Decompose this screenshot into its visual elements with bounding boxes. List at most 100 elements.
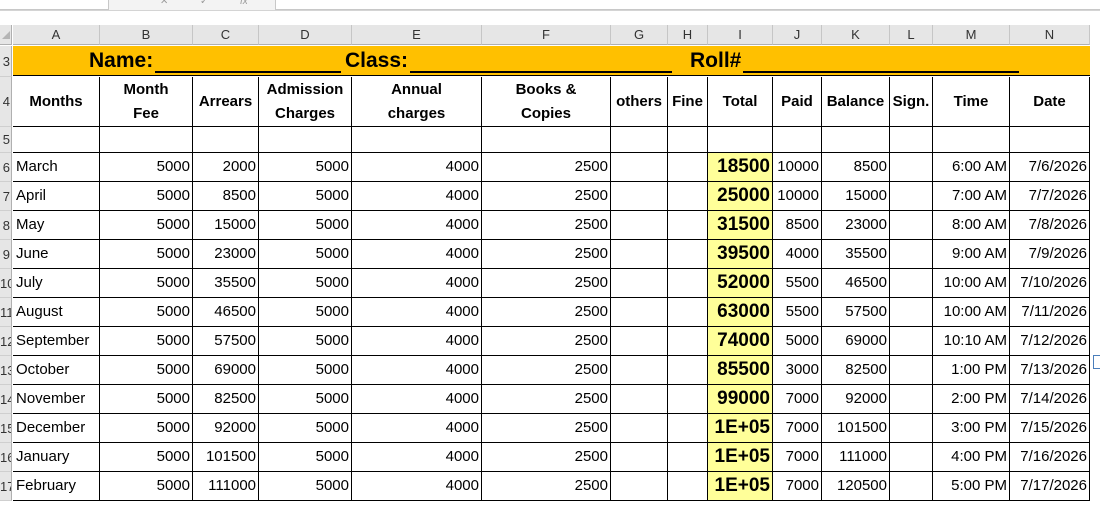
header-admission[interactable]: Admission Charges — [259, 77, 352, 127]
paid-cell[interactable]: 10000 — [773, 182, 822, 211]
time-cell[interactable]: 6:00 AM — [933, 153, 1010, 182]
paid-cell[interactable]: 8500 — [773, 211, 822, 240]
admission-cell[interactable]: 5000 — [259, 153, 352, 182]
formula-input[interactable] — [275, 0, 1100, 10]
blank-cell[interactable] — [1010, 127, 1090, 153]
annual-cell[interactable]: 4000 — [352, 240, 482, 269]
others-cell[interactable] — [611, 472, 668, 501]
row-header-9[interactable]: 9 — [0, 240, 12, 269]
balance-cell[interactable]: 8500 — [822, 153, 890, 182]
admission-cell[interactable]: 5000 — [259, 240, 352, 269]
function-icon[interactable]: fx — [240, 0, 248, 7]
time-cell[interactable]: 10:00 AM — [933, 298, 1010, 327]
balance-cell[interactable]: 23000 — [822, 211, 890, 240]
date-cell[interactable]: 7/12/2026 — [1010, 327, 1090, 356]
blank-cell[interactable] — [13, 127, 100, 153]
row-header-4[interactable]: 4 — [0, 77, 12, 127]
time-cell[interactable]: 2:00 PM — [933, 385, 1010, 414]
sign-cell[interactable] — [890, 356, 933, 385]
blank-cell[interactable] — [482, 127, 611, 153]
annual-cell[interactable]: 4000 — [352, 182, 482, 211]
admission-cell[interactable]: 5000 — [259, 443, 352, 472]
arrears-cell[interactable]: 8500 — [193, 182, 259, 211]
name-box[interactable] — [0, 0, 109, 10]
month-cell[interactable]: July — [13, 269, 100, 298]
others-cell[interactable] — [611, 443, 668, 472]
time-cell[interactable]: 3:00 PM — [933, 414, 1010, 443]
blank-cell[interactable] — [259, 127, 352, 153]
arrears-cell[interactable]: 111000 — [193, 472, 259, 501]
column-header-n[interactable]: N — [1010, 25, 1090, 45]
total-cell[interactable]: 74000 — [708, 327, 773, 356]
date-cell[interactable]: 7/10/2026 — [1010, 269, 1090, 298]
annual-cell[interactable]: 4000 — [352, 153, 482, 182]
total-cell[interactable]: 18500 — [708, 153, 773, 182]
arrears-cell[interactable]: 15000 — [193, 211, 259, 240]
others-cell[interactable] — [611, 240, 668, 269]
fee-cell[interactable]: 5000 — [100, 414, 193, 443]
fee-cell[interactable]: 5000 — [100, 240, 193, 269]
row-header-8[interactable]: 8 — [0, 211, 12, 240]
others-cell[interactable] — [611, 211, 668, 240]
column-header-a[interactable]: A — [13, 25, 100, 45]
column-header-k[interactable]: K — [822, 25, 890, 45]
header-others[interactable]: others — [611, 77, 668, 127]
time-cell[interactable]: 1:00 PM — [933, 356, 1010, 385]
books-cell[interactable]: 2500 — [482, 269, 611, 298]
paid-cell[interactable]: 5000 — [773, 327, 822, 356]
sign-cell[interactable] — [890, 385, 933, 414]
fee-cell[interactable]: 5000 — [100, 211, 193, 240]
autofill-handle[interactable] — [1093, 355, 1100, 369]
month-cell[interactable]: March — [13, 153, 100, 182]
row-header-14[interactable]: 14 — [0, 385, 12, 414]
blank-cell[interactable] — [668, 127, 708, 153]
admission-cell[interactable]: 5000 — [259, 298, 352, 327]
books-cell[interactable]: 2500 — [482, 327, 611, 356]
admission-cell[interactable]: 5000 — [259, 211, 352, 240]
annual-cell[interactable]: 4000 — [352, 472, 482, 501]
column-header-l[interactable]: L — [890, 25, 933, 45]
balance-cell[interactable]: 57500 — [822, 298, 890, 327]
time-cell[interactable]: 9:00 AM — [933, 240, 1010, 269]
books-cell[interactable]: 2500 — [482, 298, 611, 327]
others-cell[interactable] — [611, 153, 668, 182]
header-arrears[interactable]: Arrears — [193, 77, 259, 127]
paid-cell[interactable]: 5500 — [773, 298, 822, 327]
books-cell[interactable]: 2500 — [482, 211, 611, 240]
books-cell[interactable]: 2500 — [482, 414, 611, 443]
others-cell[interactable] — [611, 414, 668, 443]
admission-cell[interactable]: 5000 — [259, 472, 352, 501]
total-cell[interactable]: 85500 — [708, 356, 773, 385]
paid-cell[interactable]: 4000 — [773, 240, 822, 269]
enter-icon[interactable]: ✓ — [200, 0, 208, 7]
admission-cell[interactable]: 5000 — [259, 356, 352, 385]
sign-cell[interactable] — [890, 240, 933, 269]
annual-cell[interactable]: 4000 — [352, 443, 482, 472]
fine-cell[interactable] — [668, 472, 708, 501]
column-header-f[interactable]: F — [482, 25, 611, 45]
date-cell[interactable]: 7/7/2026 — [1010, 182, 1090, 211]
others-cell[interactable] — [611, 298, 668, 327]
date-cell[interactable]: 7/15/2026 — [1010, 414, 1090, 443]
balance-cell[interactable]: 35500 — [822, 240, 890, 269]
header-annual[interactable]: Annual charges — [352, 77, 482, 127]
balance-cell[interactable]: 92000 — [822, 385, 890, 414]
row-header-7[interactable]: 7 — [0, 182, 12, 211]
sign-cell[interactable] — [890, 443, 933, 472]
header-fine[interactable]: Fine — [668, 77, 708, 127]
header-date[interactable]: Date — [1010, 77, 1090, 127]
total-cell[interactable]: 1E+05 — [708, 443, 773, 472]
fee-cell[interactable]: 5000 — [100, 269, 193, 298]
paid-cell[interactable]: 3000 — [773, 356, 822, 385]
fee-cell[interactable]: 5000 — [100, 298, 193, 327]
month-cell[interactable]: October — [13, 356, 100, 385]
column-header-b[interactable]: B — [100, 25, 193, 45]
time-cell[interactable]: 10:10 AM — [933, 327, 1010, 356]
fine-cell[interactable] — [668, 298, 708, 327]
books-cell[interactable]: 2500 — [482, 182, 611, 211]
blank-cell[interactable] — [100, 127, 193, 153]
paid-cell[interactable]: 10000 — [773, 153, 822, 182]
column-header-d[interactable]: D — [259, 25, 352, 45]
header-sign[interactable]: Sign. — [890, 77, 933, 127]
arrears-cell[interactable]: 57500 — [193, 327, 259, 356]
